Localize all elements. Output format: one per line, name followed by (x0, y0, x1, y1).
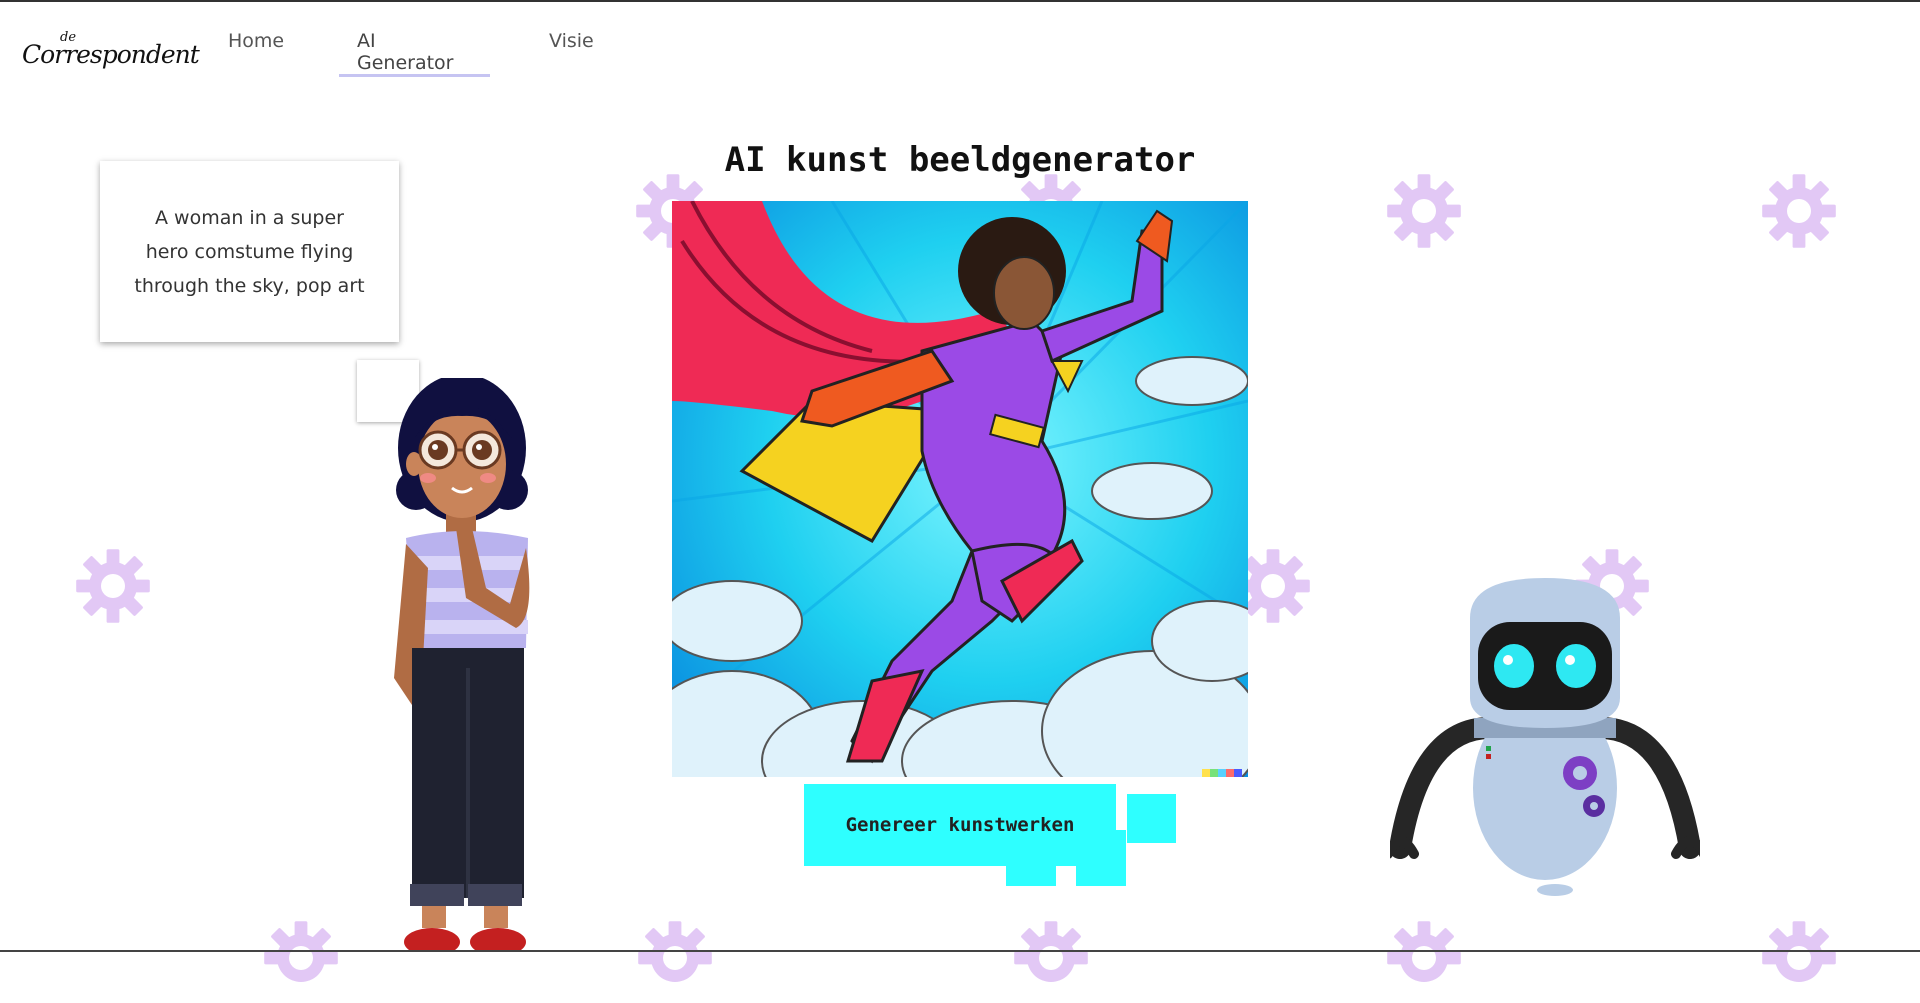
gear-icon (1011, 918, 1091, 998)
nav-home[interactable]: Home (228, 30, 284, 52)
gear-icon (1759, 918, 1839, 998)
generate-artwork-button[interactable]: Genereer kunstwerken (804, 784, 1116, 866)
logo-text: Correspondent (22, 40, 200, 69)
gear-icon (1384, 918, 1464, 998)
gear-icon (1759, 171, 1839, 251)
nav-visie[interactable]: Visie (549, 30, 594, 52)
robot-illustration (1390, 578, 1700, 896)
woman-illustration (394, 378, 530, 952)
gear-icon (261, 918, 341, 998)
site-logo[interactable]: de Correspondent (16, 16, 200, 69)
gear-icon (1384, 171, 1464, 251)
prompt-card: A woman in a super hero comstume flying … (100, 161, 399, 342)
gear-icon (73, 546, 153, 626)
generated-artwork-image (672, 201, 1248, 777)
prompt-text: A woman in a super hero comstume flying … (134, 206, 365, 297)
window-top-border (0, 0, 1920, 2)
nav-ai-generator[interactable]: AI Generator (357, 30, 453, 74)
nav-active-indicator (339, 74, 490, 77)
gear-icon (635, 918, 715, 998)
pixel-decoration (1127, 794, 1176, 843)
